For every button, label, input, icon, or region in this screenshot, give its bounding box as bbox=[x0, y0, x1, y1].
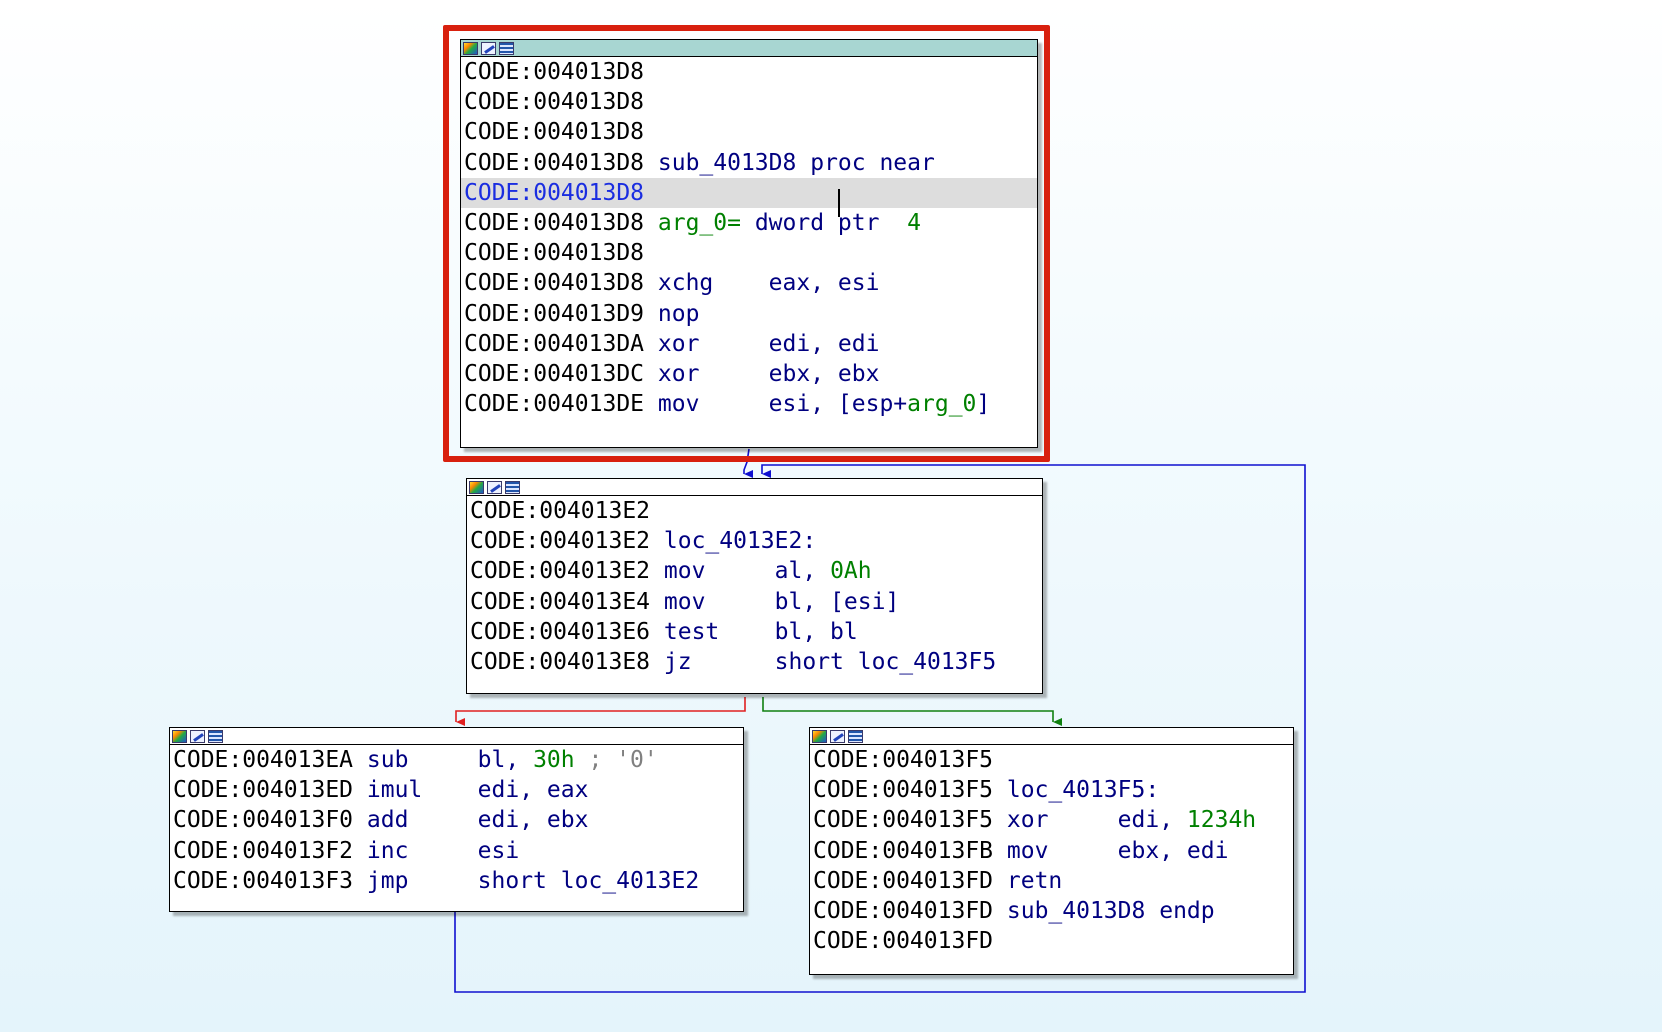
code-line[interactable]: CODE:004013FD retn bbox=[810, 866, 1293, 896]
block-header bbox=[170, 728, 743, 745]
code-line[interactable]: CODE:004013F5 loc_4013F5: bbox=[810, 775, 1293, 805]
code-line[interactable]: CODE:004013E8 jz short loc_4013F5 bbox=[467, 647, 1042, 677]
edit-icon[interactable] bbox=[487, 480, 502, 494]
code-block-loc-4013e2[interactable]: CODE:004013E2 CODE:004013E2 loc_4013E2: … bbox=[466, 478, 1043, 694]
code-block-loop-body[interactable]: CODE:004013EA sub bl, 30h ; '0' CODE:004… bbox=[169, 727, 744, 912]
edit-icon[interactable] bbox=[830, 729, 845, 743]
graph-icon[interactable] bbox=[172, 729, 187, 743]
block-header bbox=[810, 728, 1293, 745]
block-header bbox=[467, 479, 1042, 496]
edge-b2-to-b4 bbox=[762, 697, 1062, 726]
code-line[interactable]: CODE:004013EA sub bl, 30h ; '0' bbox=[170, 745, 743, 775]
edge-b2-to-b3 bbox=[455, 697, 746, 726]
code-line[interactable]: CODE:004013ED imul edi, eax bbox=[170, 775, 743, 805]
list-icon[interactable] bbox=[208, 729, 223, 743]
code-line[interactable]: CODE:004013E2 mov al, 0Ah bbox=[467, 556, 1042, 586]
code-line[interactable]: CODE:004013E4 mov bl, [esi] bbox=[467, 587, 1042, 617]
code-line[interactable]: CODE:004013E2 loc_4013E2: bbox=[467, 526, 1042, 556]
code-line[interactable]: CODE:004013F5 bbox=[810, 745, 1293, 775]
list-icon[interactable] bbox=[848, 729, 863, 743]
code-line[interactable]: CODE:004013F0 add edi, ebx bbox=[170, 805, 743, 835]
code-line[interactable]: CODE:004013E2 bbox=[467, 496, 1042, 526]
code-line[interactable]: CODE:004013F3 jmp short loc_4013E2 bbox=[170, 866, 743, 896]
code-line[interactable]: CODE:004013FD sub_4013D8 endp bbox=[810, 896, 1293, 926]
code-line[interactable]: CODE:004013FB mov ebx, edi bbox=[810, 836, 1293, 866]
graph-icon[interactable] bbox=[469, 480, 484, 494]
code-line[interactable]: CODE:004013F2 inc esi bbox=[170, 836, 743, 866]
code-line[interactable]: CODE:004013E6 test bl, bl bbox=[467, 617, 1042, 647]
code-line[interactable]: CODE:004013F5 xor edi, 1234h bbox=[810, 805, 1293, 835]
edit-icon[interactable] bbox=[190, 729, 205, 743]
code-block-loc-4013f5[interactable]: CODE:004013F5 CODE:004013F5 loc_4013F5: … bbox=[809, 727, 1294, 975]
graph-icon[interactable] bbox=[812, 729, 827, 743]
selection-highlight-frame bbox=[443, 25, 1050, 462]
list-icon[interactable] bbox=[505, 480, 520, 494]
code-line[interactable]: CODE:004013FD bbox=[810, 926, 1293, 956]
